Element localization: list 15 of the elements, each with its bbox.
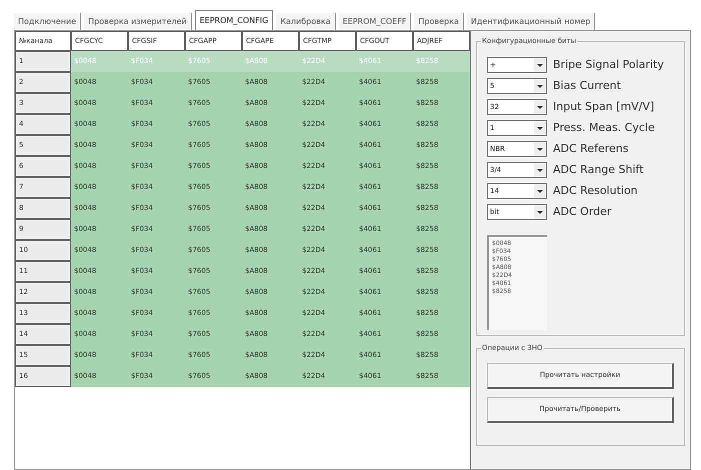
setting-label: Bripe Signal Polarity (553, 56, 664, 73)
setting-label: ADC Resolution (553, 182, 638, 199)
setting-label: Input Span [mV/V] (553, 98, 654, 115)
setting-label: ADC Order (553, 204, 612, 220)
tab[interactable]: Проверка (414, 13, 464, 30)
tab[interactable]: EEPROM_CONFIG (194, 10, 274, 30)
setting-label: Bias Current (553, 78, 621, 94)
tab[interactable]: EEPROM_COEFF (338, 13, 412, 30)
tab[interactable]: Подключение (14, 13, 82, 30)
tab[interactable]: Проверка измерителей (84, 13, 192, 30)
setting-label: ADC Range Shift (553, 162, 644, 178)
tab[interactable]: Калибровка (276, 13, 336, 30)
setting-label: ADC Referens (553, 140, 628, 157)
tab[interactable]: Идентификационный номер (466, 13, 596, 30)
setting-label: Press. Meas. Cycle (553, 120, 655, 136)
